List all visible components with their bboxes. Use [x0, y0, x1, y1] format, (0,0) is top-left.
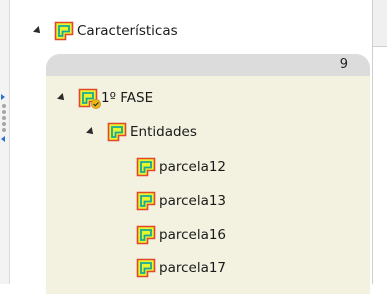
group-count: 9 — [339, 57, 348, 72]
tree-node-label: parcela17 — [159, 260, 227, 276]
polygon-layer-icon — [54, 21, 74, 41]
tree-node-parcela[interactable]: parcela17 — [136, 256, 226, 280]
polygon-layer-icon — [136, 157, 156, 177]
expand-triangle-icon[interactable] — [86, 127, 96, 137]
tree-node-parcela[interactable]: parcela13 — [136, 189, 226, 213]
polygon-layer-icon — [136, 191, 156, 211]
tree-node-1-fase[interactable]: 1º FASE — [57, 86, 154, 110]
tree-node-parcela[interactable]: parcela12 — [136, 155, 226, 179]
expand-arrow-icon[interactable] — [1, 94, 5, 100]
polygon-layer-icon — [107, 122, 127, 142]
panel-splitter[interactable] — [0, 0, 10, 284]
tree-node-caracteristicas[interactable]: Características — [33, 19, 178, 43]
tree-node-label: Características — [77, 23, 178, 39]
expand-triangle-icon[interactable] — [33, 26, 43, 36]
collapse-arrow-icon[interactable] — [1, 136, 5, 142]
tree-node-label: parcela12 — [159, 159, 227, 175]
tree-node-label: 1º FASE — [101, 90, 154, 106]
tree-node-label: parcela16 — [159, 227, 227, 243]
polygon-layer-icon — [136, 225, 156, 245]
expand-triangle-icon[interactable] — [57, 93, 67, 103]
right-pane-header — [373, 0, 387, 47]
polygon-layer-icon — [78, 88, 101, 109]
group-header[interactable]: 9 — [46, 54, 370, 76]
tree-node-parcela[interactable]: parcela16 — [136, 223, 226, 247]
grip-handle-icon[interactable] — [2, 104, 6, 134]
check-badge-icon — [91, 99, 101, 109]
right-pane-edge — [372, 0, 387, 284]
polygon-layer-icon — [136, 258, 156, 278]
tree-node-label: Entidades — [130, 124, 197, 140]
tree-node-label: parcela13 — [159, 193, 227, 209]
tree-node-entidades[interactable]: Entidades — [86, 120, 197, 144]
